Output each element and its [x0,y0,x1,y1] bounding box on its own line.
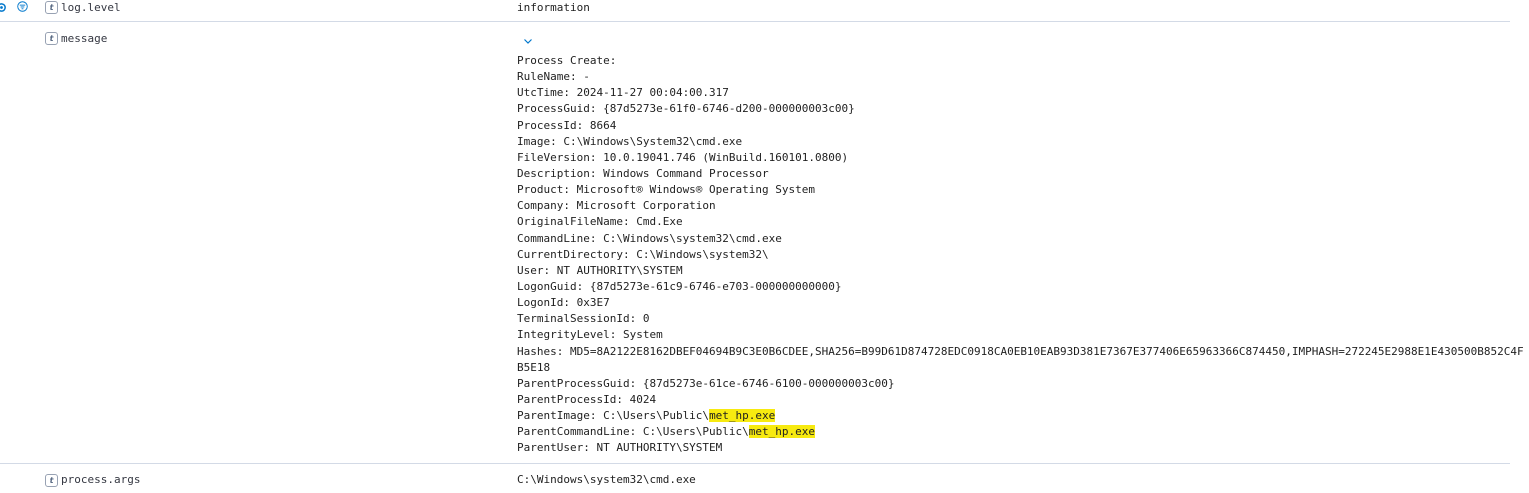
message-line-text: B5E18 [517,360,551,374]
text-type-icon: t [45,1,58,14]
message-line-text: Product: Microsoft® Windows® Operating S… [517,183,816,197]
field-name: message [61,32,108,45]
message-line: ParentProcessId: 4024 [517,392,1524,408]
message-line: ProcessId: 8664 [517,118,1524,134]
message-line-text: CurrentDirectory: C:\Windows\system32\ [517,247,769,261]
message-line: RuleName: - [517,69,1524,85]
message-line: ProcessGuid: {87d5273e-61f0-6746-d200-00… [517,101,1524,117]
message-line: Description: Windows Command Processor [517,166,1524,182]
message-line-text: IntegrityLevel: System [517,328,663,342]
message-line-text: ParentProcessId: 4024 [517,392,657,406]
message-line: ParentProcessGuid: {87d5273e-61ce-6746-6… [517,376,1524,392]
message-line-text: Description: Windows Command Processor [517,166,769,180]
message-line-text: Image: C:\Windows\System32\cmd.exe [517,134,743,148]
message-line: FileVersion: 10.0.19041.746 (WinBuild.16… [517,150,1524,166]
field-value: information [517,1,590,14]
message-line-text: Company: Microsoft Corporation [517,199,716,213]
field-row-log-level: t log.level information [0,0,1510,21]
message-line: ParentCommandLine: C:\Users\Public\met_h… [517,424,1524,440]
message-line-text: Process Create: [517,54,617,67]
message-line: Hashes: MD5=8A2122E8162DBEF04694B9C3E0B6… [517,344,1524,360]
search-highlight: met_hp.exe [748,425,816,439]
message-line: LogonGuid: {87d5273e-61c9-6746-e703-0000… [517,279,1524,295]
field-value: C:\Windows\system32\cmd.exe [517,473,696,486]
message-line: OriginalFileName: Cmd.Exe [517,214,1524,230]
text-type-icon: t [45,474,58,487]
message-line-text: ProcessId: 8664 [517,118,617,132]
message-line: IntegrityLevel: System [517,327,1524,343]
message-line-text: RuleName: - [517,70,590,84]
message-line-text: FileVersion: 10.0.19041.746 (WinBuild.16… [517,150,849,164]
field-row-process-args: t process.args C:\Windows\system32\cmd.e… [0,464,1510,493]
message-line-text: ProcessGuid: {87d5273e-61f0-6746-d200-00… [517,102,855,116]
message-line: UtcTime: 2024-11-27 00:04:00.317 [517,85,1524,101]
message-line: B5E18 [517,360,1524,376]
message-line-text: LogonGuid: {87d5273e-61c9-6746-e703-0000… [517,279,842,293]
message-line: TerminalSessionId: 0 [517,311,1524,327]
message-line-text: Hashes: MD5=8A2122E8162DBEF04694B9C3E0B6… [517,344,1524,358]
message-line-text: LogonId: 0x3E7 [517,296,610,310]
message-value: Process Create: RuleName: - UtcTime: 2024-… [517,53,1524,457]
field-name: process.args [61,473,141,486]
message-line-text: ParentProcessGuid: {87d5273e-61ce-6746-6… [517,376,895,390]
text-type-icon: t [45,32,58,45]
message-line: LogonId: 0x3E7 [517,295,1524,311]
field-name: log.level [61,1,121,14]
message-line-text: CommandLine: C:\Windows\system32\cmd.exe [517,231,782,245]
message-line-text: UtcTime: 2024-11-27 00:04:00.317 [517,86,729,100]
message-line: ParentUser: NT AUTHORITY\SYSTEM [517,440,1524,456]
message-line: Process Create: [517,53,1524,69]
message-line: Company: Microsoft Corporation [517,198,1524,214]
message-line: CurrentDirectory: C:\Windows\system32\ [517,247,1524,263]
message-line: User: NT AUTHORITY\SYSTEM [517,263,1524,279]
search-highlight: met_hp.exe [709,409,776,423]
message-line-text: OriginalFileName: Cmd.Exe [517,215,683,229]
chevron-down-icon[interactable] [523,36,533,46]
message-line-text: ParentImage: C:\Users\Public\ [517,409,710,423]
message-line: Product: Microsoft® Windows® Operating S… [517,182,1524,198]
message-line-text: ParentCommandLine: C:\Users\Public\ [517,425,749,439]
message-line: CommandLine: C:\Windows\system32\cmd.exe [517,231,1524,247]
message-line-text: ParentUser: NT AUTHORITY\SYSTEM [517,441,723,455]
gear-icon[interactable] [0,2,7,13]
filter-icon[interactable] [17,1,28,12]
message-line-text: User: NT AUTHORITY\SYSTEM [517,263,683,277]
message-line: ParentImage: C:\Users\Public\met_hp.exe [517,408,1524,424]
message-line: Image: C:\Windows\System32\cmd.exe [517,134,1524,150]
message-line-text: TerminalSessionId: 0 [517,312,650,326]
